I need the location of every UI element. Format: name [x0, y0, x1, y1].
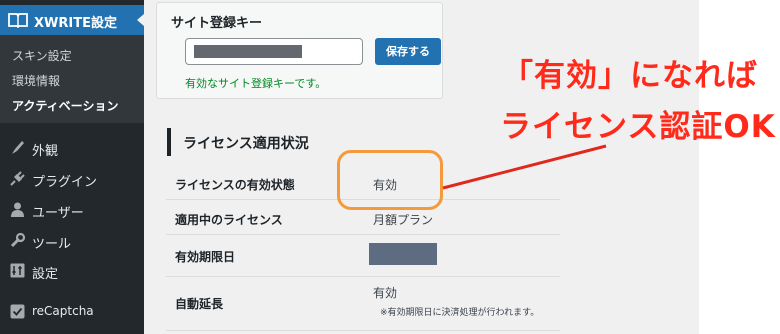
checkbox-icon — [10, 304, 25, 319]
sidebar-item-users[interactable]: ユーザー — [0, 199, 144, 221]
wrench-icon — [10, 232, 26, 248]
license-active-label: ライセンスの有効状態 — [175, 178, 295, 192]
admin-sidebar: XWRITE設定 スキン設定 環境情報 アクティベーション 外観 プラグイン ユ… — [0, 0, 144, 334]
auto-renew-label: 自動延長 — [175, 297, 224, 311]
current-menu-arrow — [137, 14, 144, 26]
plugin-icon — [10, 171, 25, 186]
sidebar-item-label: プラグイン — [32, 175, 98, 190]
submenu-item-activation[interactable]: アクティベーション — [12, 97, 118, 114]
expiry-date-label: 有効期限日 — [175, 250, 236, 264]
user-icon — [11, 202, 24, 217]
license-status-title: ライセンス適用状況 — [183, 136, 309, 152]
sidebar-item-tools[interactable]: ツール — [0, 230, 144, 252]
sidebar-item-xwrite[interactable]: XWRITE設定 — [0, 5, 144, 35]
settings-icon — [10, 263, 25, 278]
row-divider — [166, 276, 560, 277]
submenu-item-environment[interactable]: 環境情報 — [12, 72, 60, 89]
sidebar-item-label: reCaptcha — [32, 304, 94, 318]
sidebar-item-recaptcha[interactable]: reCaptcha — [0, 301, 144, 323]
submenu-item-skin[interactable]: スキン設定 — [12, 47, 72, 64]
valid-key-message: 有効なサイト登録キーです。 — [185, 77, 327, 90]
sidebar-item-label: ユーザー — [32, 206, 84, 221]
row-divider — [166, 234, 560, 235]
sidebar-item-label: 設定 — [32, 267, 59, 282]
license-status-heading: ライセンス適用状況 — [167, 128, 309, 156]
annotation-text-line2: ライセンス認証OK! — [500, 109, 780, 145]
submenu: スキン設定 環境情報 アクティベーション — [0, 35, 144, 123]
auto-renew-note: ※有効期限日に決済処理が行われます。 — [380, 308, 540, 318]
site-key-title: サイト登録キー — [171, 16, 263, 31]
license-plan-value: 月額プラン — [373, 213, 434, 227]
sidebar-item-settings[interactable]: 設定 — [0, 260, 144, 282]
sidebar-item-plugins[interactable]: プラグイン — [0, 168, 144, 190]
masked-expiry-date — [369, 243, 437, 265]
status-highlight-circle — [337, 150, 443, 210]
license-plan-label: 適用中のライセンス — [175, 213, 283, 227]
paintbrush-icon — [12, 141, 24, 154]
row-divider — [166, 330, 560, 331]
annotation-text-line1: 「有効」になれば — [502, 58, 758, 94]
sidebar-item-appearance[interactable]: 外観 — [0, 137, 144, 159]
save-button[interactable]: 保存する — [375, 38, 441, 65]
sidebar-item-label: ツール — [32, 237, 72, 252]
masked-key-value — [194, 45, 302, 58]
site-key-panel: サイト登録キー 保存する 有効なサイト登録キーです。 — [156, 2, 443, 99]
auto-renew-value: 有効 — [373, 286, 398, 300]
sidebar-item-label: 外観 — [32, 144, 59, 159]
book-icon — [8, 13, 28, 28]
sidebar-item-label: XWRITE設定 — [34, 16, 117, 31]
